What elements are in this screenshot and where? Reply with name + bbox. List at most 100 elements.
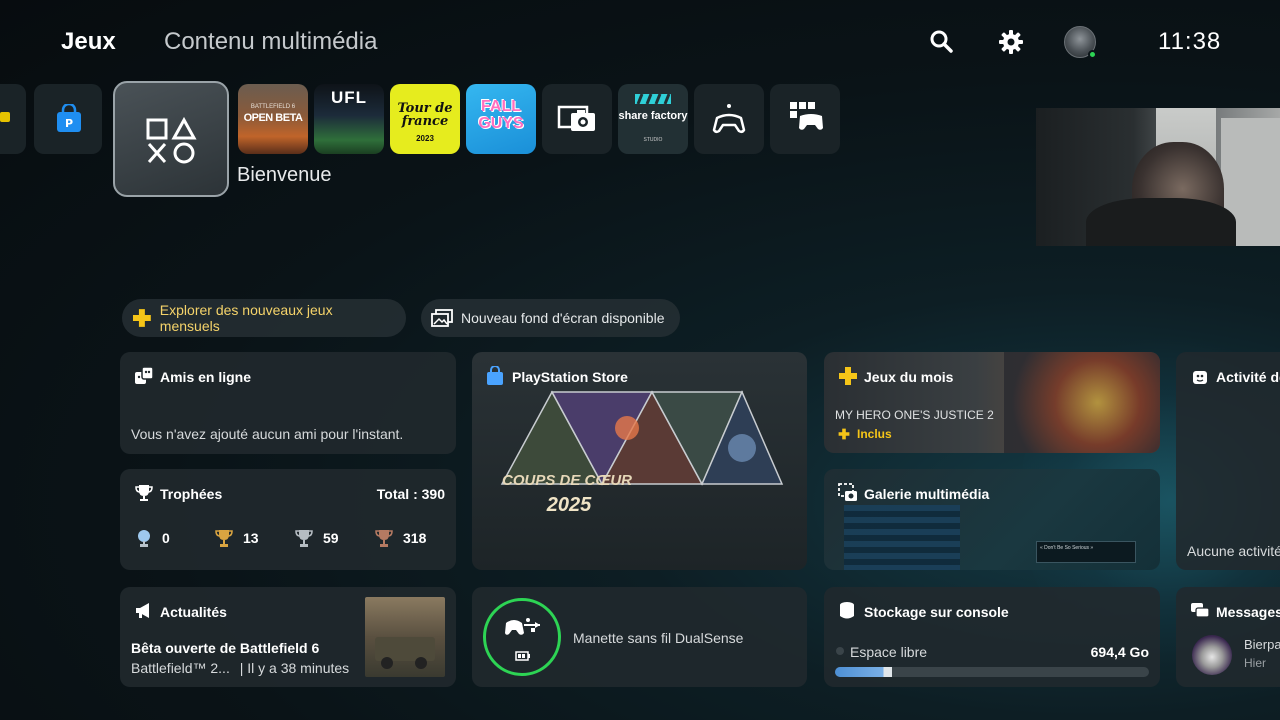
card-activity-title: Activité de (1216, 369, 1280, 385)
tile-text-sub: STUDIO (643, 137, 663, 143)
friends-empty-message: Vous n'avez ajouté aucun ami pour l'inst… (131, 426, 404, 442)
tile-game-library[interactable] (770, 84, 840, 154)
chip-monthly-games[interactable]: Explorer des nouveaux jeux mensuels (122, 299, 406, 337)
tile-ufl[interactable]: UFL (314, 84, 384, 154)
silver-trophy-icon (295, 530, 313, 547)
tile-text-main: share factory (618, 110, 688, 122)
gold-trophy-icon (215, 530, 233, 547)
card-news[interactable]: Actualités Bêta ouverte de Battlefield 6… (120, 587, 456, 687)
megaphone-icon (136, 603, 149, 618)
free-space-legend-dot (836, 647, 844, 655)
media-gallery-icon (838, 483, 857, 501)
storage-disk-icon (840, 602, 854, 619)
card-messages[interactable]: Messages Bierpa Hier (1176, 587, 1280, 687)
message-sender-avatar (1192, 635, 1232, 675)
store-bag-icon: P (57, 104, 81, 132)
message-time: Hier (1244, 656, 1267, 670)
monthly-included-badge: Inclus (857, 427, 892, 441)
controller-usb-icon (505, 618, 540, 635)
ps-plus-icon (132, 309, 151, 327)
welcome-label: Bienvenue (237, 164, 332, 186)
card-activity[interactable]: Activité de Aucune activité (1176, 352, 1280, 570)
tile-capture-gallery[interactable] (542, 84, 612, 154)
card-trophies[interactable]: Trophées Total : 390 (120, 469, 456, 570)
tile-playstation-store[interactable]: P (34, 84, 102, 154)
card-online-friends[interactable]: Amis en ligne Vous n'avez ajouté aucun a… (120, 352, 456, 454)
storage-usage-bar (835, 667, 1149, 677)
card-news-title: Actualités (160, 604, 227, 620)
wallpaper-icon (431, 309, 453, 327)
tile-share-factory-studio[interactable]: share factory STUDIO (618, 84, 688, 154)
trophies-total: Total : 390 (376, 486, 445, 502)
friends-icon (135, 366, 154, 384)
card-media-gallery-title: Galerie multimédia (864, 486, 990, 502)
news-source: Battlefield™ 2... (131, 660, 230, 676)
tile-text-main: FALL GUYS (478, 98, 524, 132)
news-meta: Battlefield™ 2... | Il y a 38 minutes (131, 660, 349, 676)
controller-label: Manette sans fil DualSense (573, 630, 744, 646)
tile-text-top: BATTLEFIELD 6 (250, 104, 296, 110)
tile-partial-left[interactable] (0, 84, 26, 154)
card-messages-title: Messages (1216, 604, 1280, 620)
card-media-gallery[interactable]: « Don't Be So Serious » Galerie multiméd… (824, 469, 1160, 570)
free-space-value: 694,4 Go (1090, 644, 1149, 660)
tile-text-main: UFL (330, 88, 368, 107)
tile-text-sub: 2023 (416, 134, 434, 143)
chip-new-wallpaper[interactable]: Nouveau fond d'écran disponible (421, 299, 680, 337)
card-playstation-store-title: PlayStation Store (512, 369, 628, 385)
card-playstation-store[interactable]: PlayStation Store COUPS DE CŒUR 2025 (472, 352, 807, 570)
card-console-storage-title: Stockage sur console (864, 604, 1009, 620)
card-trophies-title: Trophées (160, 486, 223, 502)
activity-empty-message: Aucune activité (1187, 543, 1280, 559)
game-library-icon (790, 102, 823, 130)
tile-tour-de-france-2023[interactable]: Tour de france 2023 (390, 84, 460, 154)
card-online-friends-title: Amis en ligne (160, 369, 252, 385)
ps-plus-icon (839, 367, 857, 385)
store-banner-line2: 2025 (546, 494, 592, 516)
news-time: | Il y a 38 minutes (239, 660, 350, 676)
user-avatar[interactable] (1064, 26, 1097, 59)
messages-icon (1191, 603, 1210, 618)
gallery-preview-text: « Don't Be So Serious » (1040, 545, 1094, 551)
search-icon[interactable] (928, 28, 956, 56)
playstation-shapes-icon (146, 117, 197, 164)
webcam-overlay (1036, 108, 1280, 246)
svg-text:P: P (65, 117, 73, 130)
trophy-platinum: 0 (136, 528, 170, 548)
battery-charging-icon (515, 651, 530, 661)
tab-media[interactable]: Contenu multimédia (164, 28, 377, 56)
activity-icon (1193, 371, 1207, 384)
news-headline: Bêta ouverte de Battlefield 6 (131, 640, 320, 656)
tile-text-main: Tour de france (397, 101, 453, 129)
tab-games[interactable]: Jeux (61, 28, 116, 56)
trophy-gold: 13 (215, 528, 259, 548)
platinum-trophy-icon (138, 530, 150, 547)
tile-battlefield-6-open-beta[interactable]: BATTLEFIELD 6 OPEN BETA (238, 84, 308, 154)
clapperboard-icon (635, 93, 671, 105)
clock: 11:38 (1158, 28, 1222, 55)
trophy-platinum-count: 0 (162, 530, 170, 546)
trophy-silver: 59 (295, 528, 339, 548)
settings-gear-icon[interactable] (997, 28, 1025, 56)
store-banner-line1: COUPS DE CŒUR (501, 472, 632, 489)
card-dualsense-controller[interactable]: Manette sans fil DualSense (472, 587, 807, 687)
trophy-icon (135, 485, 153, 501)
tile-fall-guys[interactable]: FALL GUYS (466, 84, 536, 154)
store-bag-icon (487, 366, 503, 385)
chip-monthly-games-label: Explorer des nouveaux jeux mensuels (159, 302, 333, 334)
card-monthly-games-title: Jeux du mois (864, 369, 954, 385)
bronze-trophy-icon (375, 530, 393, 547)
tile-welcome-hub[interactable] (113, 81, 229, 197)
card-monthly-games[interactable]: Jeux du mois MY HERO ONE'S JUSTICE 2 Inc… (824, 352, 1160, 453)
news-thumbnail (365, 597, 445, 677)
tile-remote-play[interactable] (694, 84, 764, 154)
message-sender-name: Bierpa (1244, 637, 1280, 652)
trophy-silver-count: 59 (323, 530, 339, 546)
remote-play-icon (712, 104, 746, 134)
ps-plus-small-icon (838, 428, 850, 440)
tile-text-main: OPEN BETA (243, 112, 303, 124)
chip-new-wallpaper-label: Nouveau fond d'écran disponible (461, 310, 665, 326)
trophy-bronze-count: 318 (403, 530, 427, 546)
trophy-gold-count: 13 (243, 530, 259, 546)
free-space-label: Espace libre (850, 644, 928, 660)
